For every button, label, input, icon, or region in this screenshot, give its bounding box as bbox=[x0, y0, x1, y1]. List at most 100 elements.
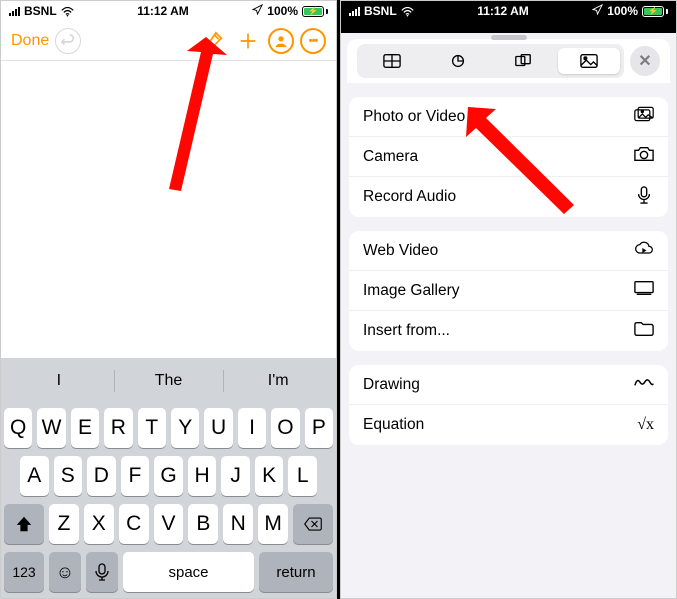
key[interactable]: G bbox=[154, 456, 183, 496]
carrier-label: BSNL bbox=[364, 4, 397, 18]
folder-icon bbox=[634, 320, 654, 343]
more-button[interactable]: ••• bbox=[300, 28, 326, 54]
insert-sheet-header: ✕ bbox=[347, 39, 670, 83]
key[interactable]: O bbox=[271, 408, 299, 448]
menu-item-camera[interactable]: Camera bbox=[349, 137, 668, 177]
key[interactable]: X bbox=[84, 504, 114, 544]
location-icon bbox=[252, 4, 263, 18]
key[interactable]: W bbox=[37, 408, 65, 448]
menu-item-equation[interactable]: Equation √x bbox=[349, 405, 668, 445]
signal-icon bbox=[9, 7, 20, 16]
delete-key[interactable] bbox=[293, 504, 333, 544]
suggestion[interactable]: I bbox=[4, 362, 114, 400]
return-key[interactable]: return bbox=[259, 552, 333, 592]
media-tab[interactable] bbox=[558, 48, 620, 74]
menu-label: Equation bbox=[363, 416, 637, 434]
scribble-icon bbox=[634, 373, 654, 396]
note-toolbar: Done ••• bbox=[1, 21, 336, 61]
key[interactable]: C bbox=[119, 504, 149, 544]
space-key[interactable]: space bbox=[123, 552, 254, 592]
menu-item-web-video[interactable]: Web Video bbox=[349, 231, 668, 271]
key[interactable]: R bbox=[104, 408, 132, 448]
done-button[interactable]: Done bbox=[11, 32, 49, 50]
key[interactable]: Y bbox=[171, 408, 199, 448]
key[interactable]: F bbox=[121, 456, 150, 496]
tables-tab[interactable] bbox=[361, 48, 423, 74]
menu-item-drawing[interactable]: Drawing bbox=[349, 365, 668, 405]
menu-label: Record Audio bbox=[363, 188, 634, 206]
emoji-key[interactable]: ☺ bbox=[49, 552, 81, 592]
status-bar: BSNL 11:12 AM 100% ⚡ bbox=[1, 1, 336, 21]
menu-item-insert-from[interactable]: Insert from... bbox=[349, 311, 668, 351]
clock: 11:12 AM bbox=[137, 4, 189, 18]
photo-video-icon bbox=[634, 105, 654, 128]
key[interactable]: S bbox=[54, 456, 83, 496]
key[interactable]: J bbox=[221, 456, 250, 496]
suggestion[interactable]: The bbox=[114, 362, 224, 400]
battery-pct: 100% bbox=[607, 4, 638, 18]
shapes-tab[interactable] bbox=[493, 48, 555, 74]
location-icon bbox=[592, 4, 603, 18]
camera-icon bbox=[634, 145, 654, 168]
key[interactable]: D bbox=[87, 456, 116, 496]
format-brush-icon[interactable] bbox=[200, 30, 228, 52]
left-phone: BSNL 11:12 AM 100% ⚡ Done bbox=[0, 0, 337, 599]
key[interactable]: L bbox=[288, 456, 317, 496]
key-row: Z X C V B N M bbox=[4, 504, 333, 544]
key-row: 123 ☺ space return bbox=[4, 552, 333, 592]
cloud-icon bbox=[634, 239, 654, 262]
menu-group-media: Photo or Video Camera Record Audio bbox=[349, 97, 668, 217]
key-row: A S D F G H J K L bbox=[4, 456, 333, 496]
menu-group-insert: Web Video Image Gallery Insert from... bbox=[349, 231, 668, 351]
key[interactable]: Q bbox=[4, 408, 32, 448]
menu-group-other: Drawing Equation √x bbox=[349, 365, 668, 445]
battery-pct: 100% bbox=[267, 4, 298, 18]
share-avatar-button[interactable] bbox=[268, 28, 294, 54]
key[interactable]: M bbox=[258, 504, 288, 544]
key-row: Q W E R T Y U I O P bbox=[4, 408, 333, 448]
note-body[interactable] bbox=[1, 61, 336, 358]
key[interactable]: N bbox=[223, 504, 253, 544]
wifi-icon bbox=[401, 6, 414, 16]
key[interactable]: Z bbox=[49, 504, 79, 544]
keyboard: I The I'm Q W E R T Y U I O P A S D F G … bbox=[1, 358, 336, 598]
sheet-grabber[interactable] bbox=[491, 35, 527, 40]
battery-icon: ⚡ bbox=[302, 6, 328, 17]
dictation-key[interactable] bbox=[86, 552, 118, 592]
key[interactable]: U bbox=[204, 408, 232, 448]
add-button[interactable] bbox=[234, 30, 262, 52]
shift-key[interactable] bbox=[4, 504, 44, 544]
key[interactable]: K bbox=[255, 456, 284, 496]
key[interactable]: P bbox=[305, 408, 333, 448]
numeric-key[interactable]: 123 bbox=[4, 552, 44, 592]
menu-label: Image Gallery bbox=[363, 282, 634, 300]
mic-icon bbox=[634, 186, 654, 209]
key[interactable]: I bbox=[238, 408, 266, 448]
right-phone: BSNL 11:12 AM 100% ⚡ ✕ Photo or bbox=[340, 0, 677, 599]
menu-label: Insert from... bbox=[363, 322, 634, 340]
menu-label: Camera bbox=[363, 148, 634, 166]
key[interactable]: T bbox=[138, 408, 166, 448]
menu-item-record-audio[interactable]: Record Audio bbox=[349, 177, 668, 217]
menu-label: Web Video bbox=[363, 242, 634, 260]
key[interactable]: E bbox=[71, 408, 99, 448]
key[interactable]: V bbox=[154, 504, 184, 544]
key[interactable]: A bbox=[20, 456, 49, 496]
charts-tab[interactable] bbox=[427, 48, 489, 74]
sqrt-icon: √x bbox=[637, 416, 654, 434]
menu-label: Drawing bbox=[363, 376, 634, 394]
menu-label: Photo or Video bbox=[363, 108, 634, 126]
carrier-label: BSNL bbox=[24, 4, 57, 18]
undo-button[interactable] bbox=[55, 28, 81, 54]
menu-item-photo-video[interactable]: Photo or Video bbox=[349, 97, 668, 137]
status-bar: BSNL 11:12 AM 100% ⚡ bbox=[341, 1, 676, 21]
wifi-icon bbox=[61, 6, 74, 16]
signal-icon bbox=[349, 7, 360, 16]
menu-item-image-gallery[interactable]: Image Gallery bbox=[349, 271, 668, 311]
key[interactable]: B bbox=[188, 504, 218, 544]
battery-icon: ⚡ bbox=[642, 6, 668, 17]
gallery-icon bbox=[634, 279, 654, 302]
suggestion[interactable]: I'm bbox=[223, 362, 333, 400]
key[interactable]: H bbox=[188, 456, 217, 496]
close-button[interactable]: ✕ bbox=[630, 46, 660, 76]
